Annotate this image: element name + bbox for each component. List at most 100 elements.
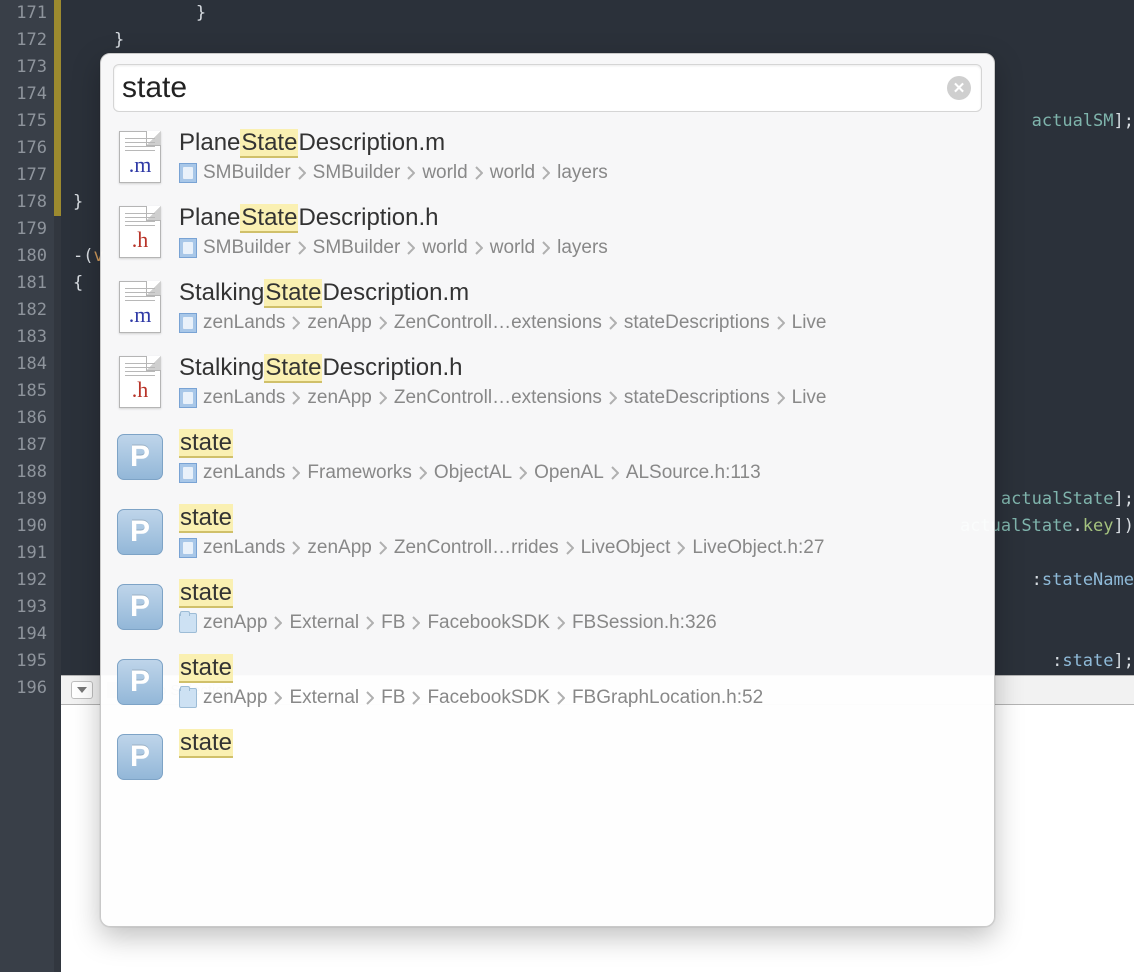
result-path: zenAppExternalFBFacebookSDKFBSession.h:3… — [179, 611, 980, 635]
path-segment: world — [490, 161, 535, 185]
match-highlight: state — [179, 729, 233, 758]
line-number: 172 — [0, 27, 54, 54]
result-row[interactable]: .mPlaneStateDescription.mSMBuilderSMBuil… — [107, 120, 988, 195]
chevron-right-icon — [274, 616, 282, 630]
chevron-right-icon — [379, 316, 387, 330]
result-row[interactable]: .hPlaneStateDescription.hSMBuilderSMBuil… — [107, 195, 988, 270]
chevron-right-icon — [412, 691, 420, 705]
path-segment: zenApp — [307, 311, 371, 335]
related-items-icon[interactable] — [71, 681, 93, 699]
line-number: 183 — [0, 324, 54, 351]
chevron-right-icon — [777, 391, 785, 405]
change-marker — [54, 189, 61, 216]
change-marker — [54, 297, 61, 324]
property-symbol-icon: P — [115, 729, 165, 785]
path-segment: OpenAL — [534, 461, 604, 485]
results-list[interactable]: .mPlaneStateDescription.mSMBuilderSMBuil… — [101, 120, 994, 926]
result-row[interactable]: PstatezenLandsFrameworksObjectALOpenALAL… — [107, 420, 988, 495]
change-marker — [54, 405, 61, 432]
chevron-right-icon — [557, 616, 565, 630]
chevron-right-icon — [566, 541, 574, 555]
result-path: zenLandszenAppZenControll…extensionsstat… — [179, 311, 980, 335]
result-body: StalkingStateDescription.hzenLandszenApp… — [179, 354, 980, 410]
folder-icon — [179, 613, 197, 633]
result-body: statezenLandszenAppZenControll…rridesLiv… — [179, 504, 980, 560]
chevron-right-icon — [611, 466, 619, 480]
result-row[interactable]: PstatezenLandszenAppZenControll…rridesLi… — [107, 495, 988, 570]
search-wrap: ✕ — [101, 54, 994, 120]
search-input[interactable] — [122, 71, 947, 105]
path-segment: SMBuilder — [313, 161, 401, 185]
property-symbol-icon: P — [115, 429, 165, 485]
xcode-project-icon — [179, 538, 197, 558]
code-line: actualState]; — [1001, 486, 1134, 513]
line-number: 182 — [0, 297, 54, 324]
path-segment: SMBuilder — [313, 236, 401, 260]
result-title: state — [179, 504, 980, 532]
chevron-right-icon — [419, 466, 427, 480]
line-number: 179 — [0, 216, 54, 243]
path-segment: ALSource.h:113 — [626, 461, 761, 485]
clear-search-button[interactable]: ✕ — [947, 76, 971, 100]
result-row[interactable]: PstatezenAppExternalFBFacebookSDKFBGraph… — [107, 645, 988, 720]
property-symbol-icon: P — [115, 504, 165, 560]
path-segment: FacebookSDK — [427, 686, 550, 710]
search-box[interactable]: ✕ — [113, 64, 982, 112]
result-body: state — [179, 729, 980, 761]
result-title: PlaneStateDescription.m — [179, 129, 980, 157]
match-highlight: State — [264, 354, 322, 383]
xcode-project-icon — [179, 463, 197, 483]
code-line: :stateName — [1032, 567, 1134, 594]
path-segment: FB — [381, 686, 405, 710]
change-marker — [54, 513, 61, 540]
property-symbol-icon: P — [115, 654, 165, 710]
result-path: zenLandszenAppZenControll…extensionsstat… — [179, 386, 980, 410]
xcode-project-icon — [179, 238, 197, 258]
change-marker — [54, 648, 61, 675]
result-title: state — [179, 579, 980, 607]
line-number: 190 — [0, 513, 54, 540]
change-marker — [54, 432, 61, 459]
change-marker — [54, 54, 61, 81]
path-segment: world — [422, 236, 467, 260]
line-number: 175 — [0, 108, 54, 135]
result-path: zenLandsFrameworksObjectALOpenALALSource… — [179, 461, 980, 485]
change-marker — [54, 621, 61, 648]
chevron-right-icon — [412, 616, 420, 630]
close-icon: ✕ — [953, 79, 966, 97]
chevron-right-icon — [292, 541, 300, 555]
line-number: 187 — [0, 432, 54, 459]
result-row[interactable]: .hStalkingStateDescription.hzenLandszenA… — [107, 345, 988, 420]
code-line: :state]; — [1052, 648, 1134, 675]
path-segment: LiveObject.h:27 — [692, 536, 824, 560]
change-marker — [54, 594, 61, 621]
chevron-right-icon — [292, 316, 300, 330]
line-number: 194 — [0, 621, 54, 648]
change-marker — [54, 216, 61, 243]
objc-header-file-icon: .h — [115, 354, 165, 410]
result-body: statezenLandsFrameworksObjectALOpenALALS… — [179, 429, 980, 485]
xcode-project-icon — [179, 163, 197, 183]
objc-header-file-icon: .h — [115, 204, 165, 260]
result-row[interactable]: Pstate — [107, 720, 988, 795]
change-marker — [54, 486, 61, 513]
result-row[interactable]: PstatezenAppExternalFBFacebookSDKFBSessi… — [107, 570, 988, 645]
path-segment: zenLands — [203, 386, 285, 410]
line-number-gutter: 1711721731741751761771781791801811821831… — [0, 0, 54, 972]
chevron-right-icon — [366, 616, 374, 630]
change-marker — [54, 324, 61, 351]
result-body: state zenAppExternalFBFacebookSDKFBSessio… — [179, 579, 980, 635]
chevron-right-icon — [407, 241, 415, 255]
path-segment: zenApp — [203, 611, 267, 635]
path-segment: Live — [792, 386, 827, 410]
path-segment: zenApp — [203, 686, 267, 710]
result-row[interactable]: .mStalkingStateDescription.mzenLandszenA… — [107, 270, 988, 345]
match-highlight: state — [179, 654, 233, 683]
chevron-right-icon — [366, 691, 374, 705]
path-segment: Live — [792, 311, 827, 335]
change-marker — [54, 270, 61, 297]
path-segment: zenApp — [307, 386, 371, 410]
code-line: } — [73, 0, 206, 27]
chevron-right-icon — [542, 166, 550, 180]
chevron-right-icon — [379, 541, 387, 555]
